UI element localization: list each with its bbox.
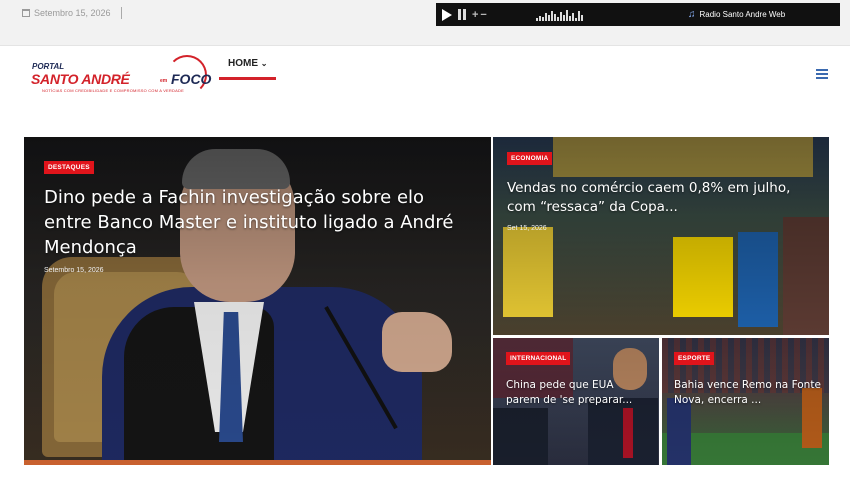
economia-card[interactable]: ECONOMIA Vendas no comércio caem 0,8% em…	[493, 137, 829, 335]
site-logo[interactable]: PORTAL SANTO ANDRÉ em FOCO NOTÍCIAS COM …	[24, 49, 211, 109]
top-date: Setembro 15, 2026	[22, 7, 122, 19]
music-note-icon: ♫	[688, 9, 696, 20]
play-icon[interactable]	[442, 8, 452, 21]
category-badge[interactable]: DESTAQUES	[44, 161, 94, 174]
top-bar: Setembro 15, 2026 +− ♫ Radio Santo Andre…	[0, 0, 850, 46]
internacional-title[interactable]: China pede que EUA parem de 'se preparar…	[506, 378, 646, 408]
equalizer-icon	[536, 9, 583, 21]
esporte-title[interactable]: Bahia vence Remo na Fonte Nova, encerra …	[674, 378, 824, 408]
menu-icon[interactable]	[816, 69, 828, 81]
category-badge[interactable]: INTERNACIONAL	[506, 352, 571, 365]
calendar-icon	[22, 9, 30, 17]
radio-station: ♫ Radio Santo Andre Web	[688, 9, 785, 20]
featured-main-date: Setembro 15, 2026	[44, 267, 104, 274]
volume-controls[interactable]: +−	[472, 9, 489, 21]
photo-bottom-strip	[24, 460, 491, 465]
internacional-card[interactable]: INTERNACIONAL China pede que EUA parem d…	[493, 338, 659, 465]
site-header: PORTAL SANTO ANDRÉ em FOCO NOTÍCIAS COM …	[0, 46, 850, 116]
category-badge[interactable]: ESPORTE	[674, 352, 715, 365]
pause-icon[interactable]	[458, 9, 466, 20]
photo-shade	[493, 137, 829, 335]
logo-name-part2: FOCO	[171, 71, 212, 87]
economia-title[interactable]: Vendas no comércio caem 0,8% em julho, c…	[507, 179, 822, 217]
nav-home[interactable]: HOME ⌄	[228, 58, 267, 69]
logo-tagline: NOTÍCIAS COM CREDIBILIDADE E COMPROMISSO…	[42, 88, 184, 93]
esporte-card[interactable]: ESPORTE Bahia vence Remo na Fonte Nova, …	[662, 338, 829, 465]
category-badge[interactable]: ECONOMIA	[507, 152, 553, 165]
logo-name-em: em	[160, 78, 168, 84]
logo-portal-text: PORTAL	[32, 62, 65, 71]
top-date-text: Setembro 15, 2026	[34, 8, 111, 18]
featured-main-card[interactable]: DESTAQUES Dino pede a Fachin investigaçã…	[24, 137, 491, 465]
chevron-down-icon: ⌄	[260, 59, 268, 68]
radio-player: +− ♫ Radio Santo Andre Web	[436, 3, 840, 26]
economia-date: Set 15, 2026	[507, 225, 547, 232]
featured-main-title[interactable]: Dino pede a Fachin investigação sobre el…	[44, 185, 464, 260]
nav-home-label: HOME	[228, 58, 258, 69]
nav-active-indicator	[219, 77, 276, 80]
logo-name-part1: SANTO ANDRÉ	[31, 71, 130, 87]
divider	[120, 7, 122, 19]
radio-station-name: Radio Santo Andre Web	[699, 10, 786, 19]
